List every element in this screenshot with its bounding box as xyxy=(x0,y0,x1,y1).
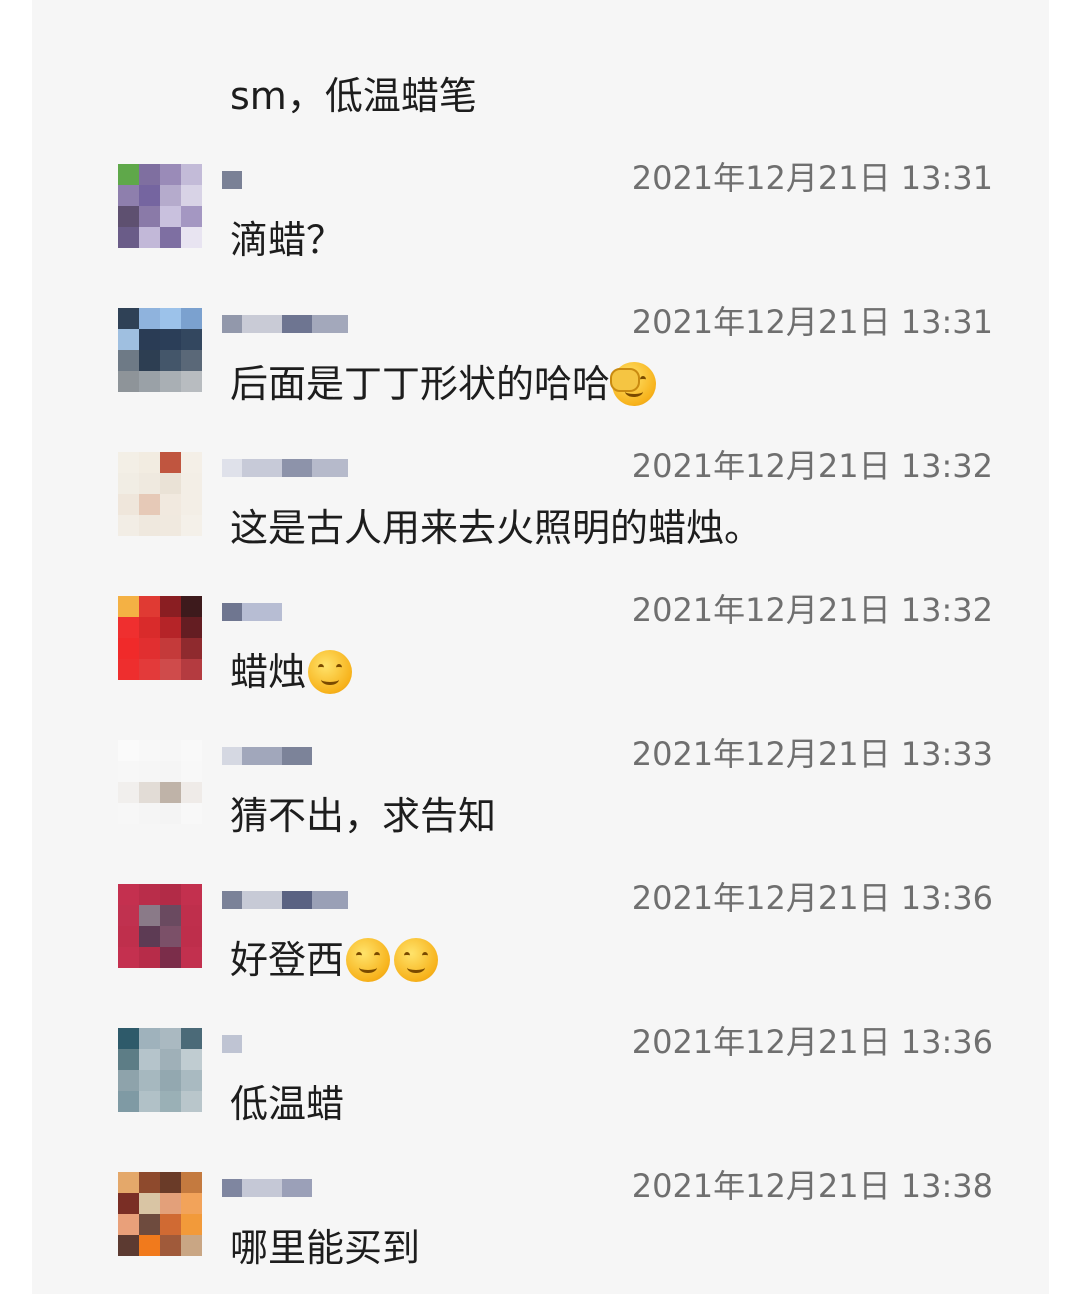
comment-timestamp: 2021年12月21日 13:36 xyxy=(631,1023,993,1061)
avatar[interactable] xyxy=(118,1028,202,1112)
username-blurred[interactable] xyxy=(222,308,442,340)
comment-text-content: 滴蜡？ xyxy=(230,218,345,262)
comment-text: 好登西 xyxy=(230,932,442,988)
username-blurred[interactable] xyxy=(222,596,442,628)
comment-timestamp: 2021年12月21日 13:33 xyxy=(631,735,993,773)
top-message: sm，低温蜡笔 xyxy=(230,74,477,118)
avatar[interactable] xyxy=(118,1172,202,1256)
comment-timestamp: 2021年12月21日 13:36 xyxy=(631,879,993,917)
comment-item: 2021年12月21日 13:36 低温蜡 xyxy=(0,1023,1075,1172)
username-blurred[interactable] xyxy=(222,884,442,916)
comment-text-content: 这是古人用来去火照明的蜡烛。 xyxy=(230,506,763,550)
comment-text-content: 好登西 xyxy=(230,938,345,982)
username-blurred[interactable] xyxy=(222,1172,442,1204)
comment-item: 2021年12月21日 13:36 好登西 xyxy=(0,879,1075,1028)
comment-text: 低温蜡 xyxy=(230,1076,344,1132)
comment-timestamp: 2021年12月21日 13:38 xyxy=(631,1167,993,1205)
avatar[interactable] xyxy=(118,740,202,824)
comment-text-content: 后面是丁丁形状的哈哈 xyxy=(230,362,611,406)
username-blurred[interactable] xyxy=(222,452,442,484)
comment-item: 2021年12月21日 13:31 后面是丁丁形状的哈哈 xyxy=(0,303,1075,452)
comment-text-content: 低温蜡 xyxy=(230,1082,345,1126)
comment-text-content: 蜡烛 xyxy=(230,650,307,694)
username-blurred[interactable] xyxy=(222,740,442,772)
thinking-emoji xyxy=(308,650,353,694)
comment-text-content: 哪里能买到 xyxy=(230,1226,421,1270)
thinking-emoji xyxy=(394,938,439,982)
comment-timestamp: 2021年12月21日 13:32 xyxy=(631,591,993,629)
comment-item: 2021年12月21日 13:33 猜不出，求告知 xyxy=(0,735,1075,884)
comment-text: 滴蜡？ xyxy=(230,212,344,268)
comment-text: 后面是丁丁形状的哈哈 xyxy=(230,356,660,412)
comment-timestamp: 2021年12月21日 13:31 xyxy=(631,159,993,197)
avatar[interactable] xyxy=(118,164,202,248)
avatar[interactable] xyxy=(118,596,202,680)
comment-item: 2021年12月21日 13:31 滴蜡？ xyxy=(0,159,1075,308)
comment-text: 蜡烛 xyxy=(230,644,356,700)
username-blurred[interactable] xyxy=(222,164,442,196)
thinking-emoji xyxy=(346,938,391,982)
username-blurred[interactable] xyxy=(222,1028,442,1060)
avatar[interactable] xyxy=(118,452,202,536)
comment-item: 2021年12月21日 13:38 哪里能买到 xyxy=(0,1167,1075,1316)
avatar[interactable] xyxy=(118,884,202,968)
comment-text: 这是古人用来去火照明的蜡烛。 xyxy=(230,500,762,556)
comment-item: 2021年12月21日 13:32 这是古人用来去火照明的蜡烛。 xyxy=(0,447,1075,596)
comment-timestamp: 2021年12月21日 13:31 xyxy=(631,303,993,341)
comment-text: 哪里能买到 xyxy=(230,1220,420,1276)
comment-item: 2021年12月21日 13:32 蜡烛 xyxy=(0,591,1075,740)
facepalm-emoji xyxy=(610,362,657,406)
comment-timestamp: 2021年12月21日 13:32 xyxy=(631,447,993,485)
comment-text-content: 猜不出，求告知 xyxy=(230,794,497,838)
avatar[interactable] xyxy=(118,308,202,392)
comment-text: 猜不出，求告知 xyxy=(230,788,496,844)
